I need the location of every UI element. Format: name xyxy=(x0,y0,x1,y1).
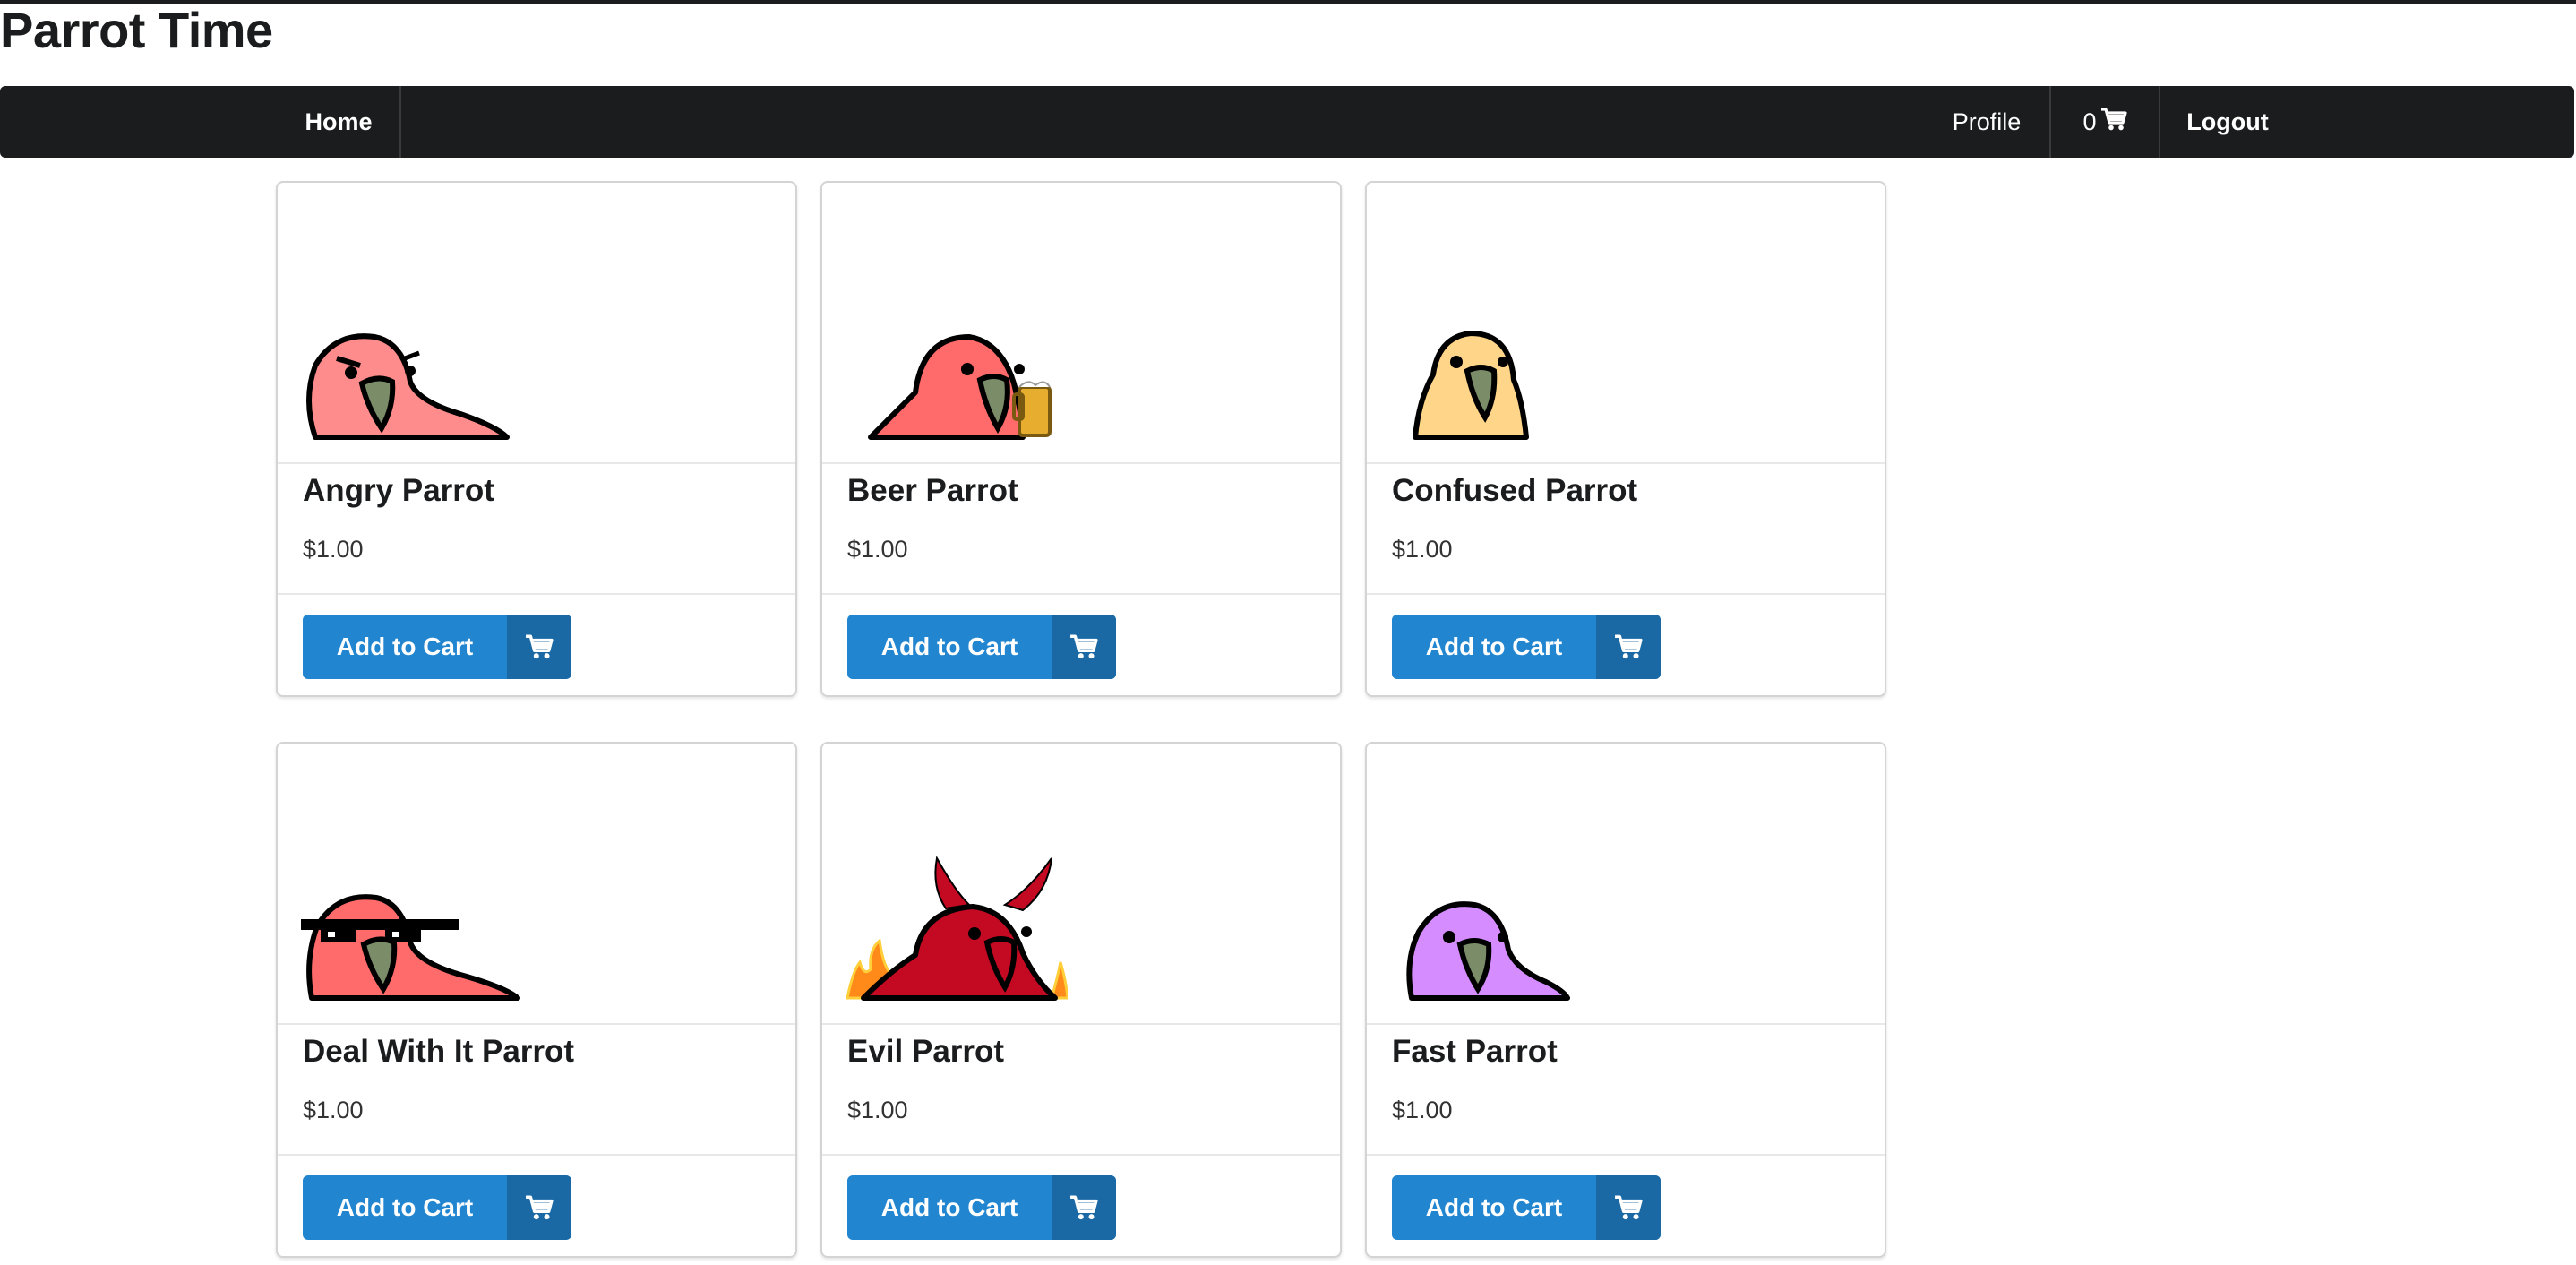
product-name: Confused Parrot xyxy=(1392,473,1638,508)
cart-icon xyxy=(1052,1175,1116,1240)
product-price: $1.00 xyxy=(847,1097,908,1123)
main-navbar: Home Profile 0 Logout xyxy=(0,86,2574,158)
product-image xyxy=(1367,183,1885,464)
add-to-cart-label: Add to Cart xyxy=(880,632,1018,660)
beer-parrot-image xyxy=(868,334,1052,440)
add-to-cart-button[interactable]: Add to Cart xyxy=(847,615,1116,679)
product-image xyxy=(278,183,795,464)
product-price: $1.00 xyxy=(1392,536,1453,563)
product-name: Angry Parrot xyxy=(303,473,494,508)
add-to-cart-button[interactable]: Add to Cart xyxy=(1392,1175,1661,1240)
cart-icon xyxy=(2100,107,2127,138)
add-to-cart-label: Add to Cart xyxy=(1425,1193,1563,1221)
deal-with-it-parrot-image xyxy=(301,894,520,1001)
nav-home-link[interactable]: Home xyxy=(278,86,401,158)
add-to-cart-label: Add to Cart xyxy=(336,632,474,660)
product-name: Evil Parrot xyxy=(847,1034,1005,1069)
fast-parrot-image xyxy=(1406,901,1570,1001)
cart-icon xyxy=(1052,615,1116,679)
add-to-cart-button[interactable]: Add to Cart xyxy=(303,1175,571,1240)
card-divider xyxy=(822,1154,1340,1156)
nav-cart-link[interactable]: 0 xyxy=(2049,86,2160,158)
card-divider xyxy=(278,593,795,595)
product-card: Deal With It Parrot $1.00 Add to Cart xyxy=(276,742,797,1258)
add-to-cart-button[interactable]: Add to Cart xyxy=(303,615,571,679)
product-price: $1.00 xyxy=(847,536,908,563)
angry-parrot-image xyxy=(306,333,510,440)
site-title: Parrot Time xyxy=(0,2,273,58)
product-card: Beer Parrot $1.00 Add to Cart xyxy=(820,181,1342,697)
card-divider xyxy=(1367,1154,1885,1156)
product-price: $1.00 xyxy=(1392,1097,1453,1123)
product-card: Confused Parrot $1.00 Add to Cart xyxy=(1365,181,1886,697)
cart-icon xyxy=(507,615,571,679)
add-to-cart-label: Add to Cart xyxy=(336,1193,474,1221)
top-border xyxy=(0,0,2576,4)
nav-logout-link[interactable]: Logout xyxy=(2160,86,2295,158)
product-price: $1.00 xyxy=(303,1097,364,1123)
nav-profile-link[interactable]: Profile xyxy=(1924,86,2049,158)
product-card: Evil Parrot $1.00 Add to Cart xyxy=(820,742,1342,1258)
card-divider xyxy=(822,593,1340,595)
product-name: Beer Parrot xyxy=(847,473,1018,508)
cart-icon xyxy=(1596,615,1661,679)
product-image xyxy=(822,183,1340,464)
card-divider xyxy=(1367,593,1885,595)
product-card: Angry Parrot $1.00 Add to Cart xyxy=(276,181,797,697)
product-price: $1.00 xyxy=(303,536,364,563)
product-image xyxy=(278,744,795,1025)
add-to-cart-label: Add to Cart xyxy=(1425,632,1563,660)
confused-parrot-image xyxy=(1413,331,1529,440)
add-to-cart-button[interactable]: Add to Cart xyxy=(1392,615,1661,679)
product-image xyxy=(1367,744,1885,1025)
cart-icon xyxy=(507,1175,571,1240)
cart-icon xyxy=(1596,1175,1661,1240)
cart-count: 0 xyxy=(2082,108,2097,135)
add-to-cart-button[interactable]: Add to Cart xyxy=(847,1175,1116,1240)
card-divider xyxy=(278,1154,795,1156)
product-name: Fast Parrot xyxy=(1392,1034,1558,1069)
add-to-cart-label: Add to Cart xyxy=(880,1193,1018,1221)
product-image xyxy=(822,744,1340,1025)
evil-parrot-image xyxy=(846,856,1068,1001)
product-name: Deal With It Parrot xyxy=(303,1034,575,1069)
product-card: Fast Parrot $1.00 Add to Cart xyxy=(1365,742,1886,1258)
